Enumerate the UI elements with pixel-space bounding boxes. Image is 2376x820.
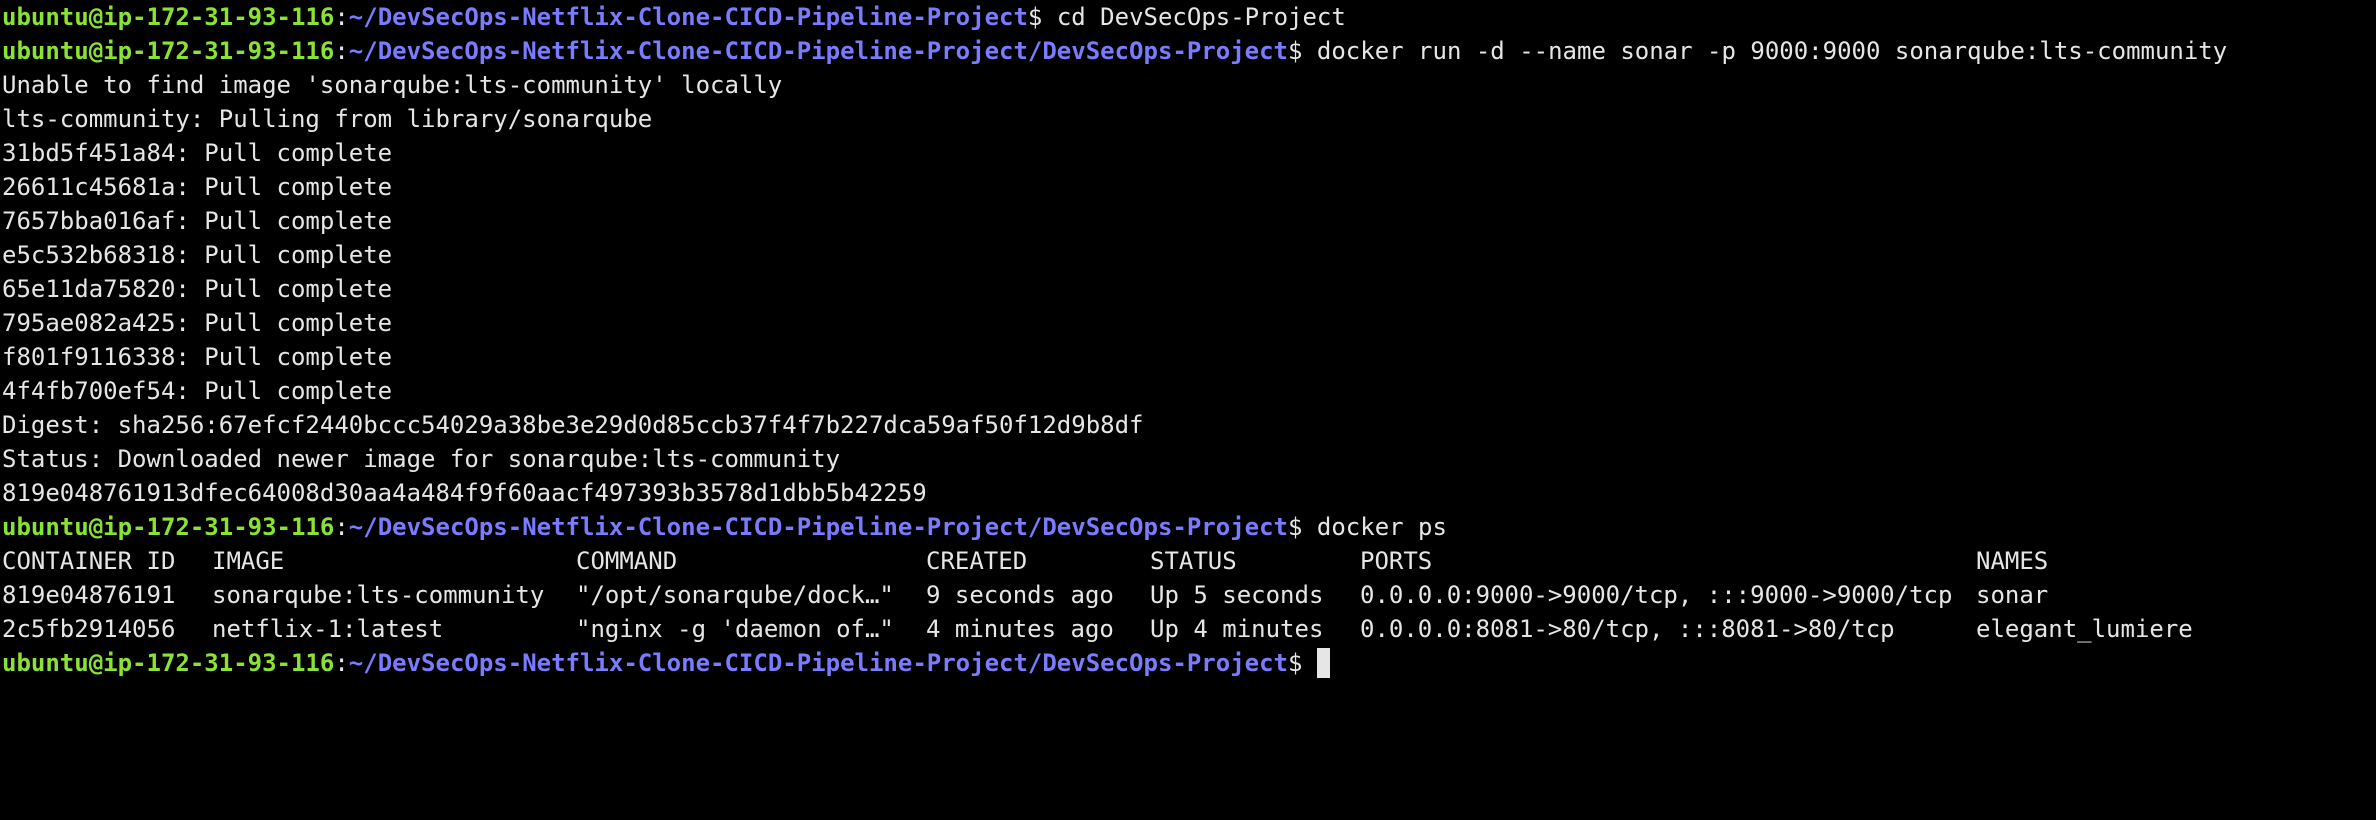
output-line: 26611c45681a: Pull complete	[2, 173, 393, 201]
prompt-separator: :	[334, 513, 349, 541]
ps-cell-command: "/opt/sonarqube/dock…"	[576, 581, 894, 609]
output-line: f801f9116338: Pull complete	[2, 343, 393, 371]
prompt-symbol: $	[1288, 513, 1317, 541]
prompt-user-host: ubuntu@ip-172-31-93-116	[2, 3, 335, 31]
ps-cell-command: "nginx -g 'daemon of…"	[576, 615, 894, 643]
prompt-path: ~/DevSecOps-Netflix-Clone-CICD-Pipeline-…	[348, 37, 1288, 65]
prompt-symbol: $	[1288, 37, 1317, 65]
ps-cell-image: sonarqube:lts-community	[212, 581, 545, 609]
text-cursor[interactable]	[1316, 648, 1330, 678]
ps-cell-ports: 0.0.0.0:9000->9000/tcp, :::9000->9000/tc…	[1360, 581, 1953, 609]
ps-cell-status: Up 4 minutes	[1150, 615, 1324, 643]
prompt-symbol: $	[1288, 649, 1317, 677]
prompt-line: ubuntu@ip-172-31-93-116:~/DevSecOps-Netf…	[2, 510, 2376, 544]
ps-table-row: 2c5fb2914056 netflix-1:latest "nginx -g …	[2, 612, 2376, 646]
prompt-separator: :	[334, 3, 349, 31]
command-text: docker ps	[1316, 513, 1447, 541]
prompt-path: ~/DevSecOps-Netflix-Clone-CICD-Pipeline-…	[348, 3, 1028, 31]
prompt-path: ~/DevSecOps-Netflix-Clone-CICD-Pipeline-…	[348, 513, 1288, 541]
command-text: cd DevSecOps-Project	[1056, 3, 1346, 31]
prompt-path: ~/DevSecOps-Netflix-Clone-CICD-Pipeline-…	[348, 649, 1288, 677]
ps-cell-names: elegant_lumiere	[1976, 615, 2193, 643]
output-line: 7657bba016af: Pull complete	[2, 207, 393, 235]
prompt-line: ubuntu@ip-172-31-93-116:~/DevSecOps-Netf…	[2, 0, 2376, 34]
ps-cell-created: 4 minutes ago	[926, 615, 1114, 643]
output-line: Digest: sha256:67efcf2440bccc54029a38be3…	[2, 411, 1144, 439]
prompt-separator: :	[334, 37, 349, 65]
terminal-window[interactable]: ubuntu@ip-172-31-93-116:~/DevSecOps-Netf…	[0, 0, 2376, 820]
ps-header-created: CREATED	[926, 547, 1028, 575]
ps-header-container-id: CONTAINER ID	[2, 547, 176, 575]
output-line: lts-community: Pulling from library/sona…	[2, 105, 653, 133]
ps-table-row: 819e04876191 sonarqube:lts-community "/o…	[2, 578, 2376, 612]
ps-header-status: STATUS	[1150, 547, 1237, 575]
output-line: e5c532b68318: Pull complete	[2, 241, 393, 269]
ps-cell-container-id: 2c5fb2914056	[2, 615, 176, 643]
ps-cell-status: Up 5 seconds	[1150, 581, 1324, 609]
prompt-line-active[interactable]: ubuntu@ip-172-31-93-116:~/DevSecOps-Netf…	[2, 646, 2376, 680]
output-line: Unable to find image 'sonarqube:lts-comm…	[2, 71, 783, 99]
ps-cell-names: sonar	[1976, 581, 2049, 609]
output-line: 65e11da75820: Pull complete	[2, 275, 393, 303]
output-line: 819e048761913dfec64008d30aa4a484f9f60aac…	[2, 479, 927, 507]
prompt-line: ubuntu@ip-172-31-93-116:~/DevSecOps-Netf…	[2, 34, 2376, 68]
ps-header-ports: PORTS	[1360, 547, 1433, 575]
prompt-user-host: ubuntu@ip-172-31-93-116	[2, 513, 335, 541]
output-line: 4f4fb700ef54: Pull complete	[2, 377, 393, 405]
ps-cell-ports: 0.0.0.0:8081->80/tcp, :::8081->80/tcp	[1360, 615, 1895, 643]
prompt-separator: :	[334, 649, 349, 677]
ps-header-image: IMAGE	[212, 547, 285, 575]
ps-cell-created: 9 seconds ago	[926, 581, 1114, 609]
command-text: docker run -d --name sonar -p 9000:9000 …	[1316, 37, 2228, 65]
prompt-user-host: ubuntu@ip-172-31-93-116	[2, 37, 335, 65]
ps-table-header: CONTAINER ID IMAGE COMMAND CREATED STATU…	[2, 544, 2376, 578]
ps-cell-container-id: 819e04876191	[2, 581, 176, 609]
prompt-user-host: ubuntu@ip-172-31-93-116	[2, 649, 335, 677]
prompt-symbol: $	[1027, 3, 1057, 31]
output-line: Status: Downloaded newer image for sonar…	[2, 445, 841, 473]
ps-header-command: COMMAND	[576, 547, 678, 575]
output-line: 31bd5f451a84: Pull complete	[2, 139, 393, 167]
ps-header-names: NAMES	[1976, 547, 2049, 575]
output-line: 795ae082a425: Pull complete	[2, 309, 393, 337]
ps-cell-image: netflix-1:latest	[212, 615, 444, 643]
